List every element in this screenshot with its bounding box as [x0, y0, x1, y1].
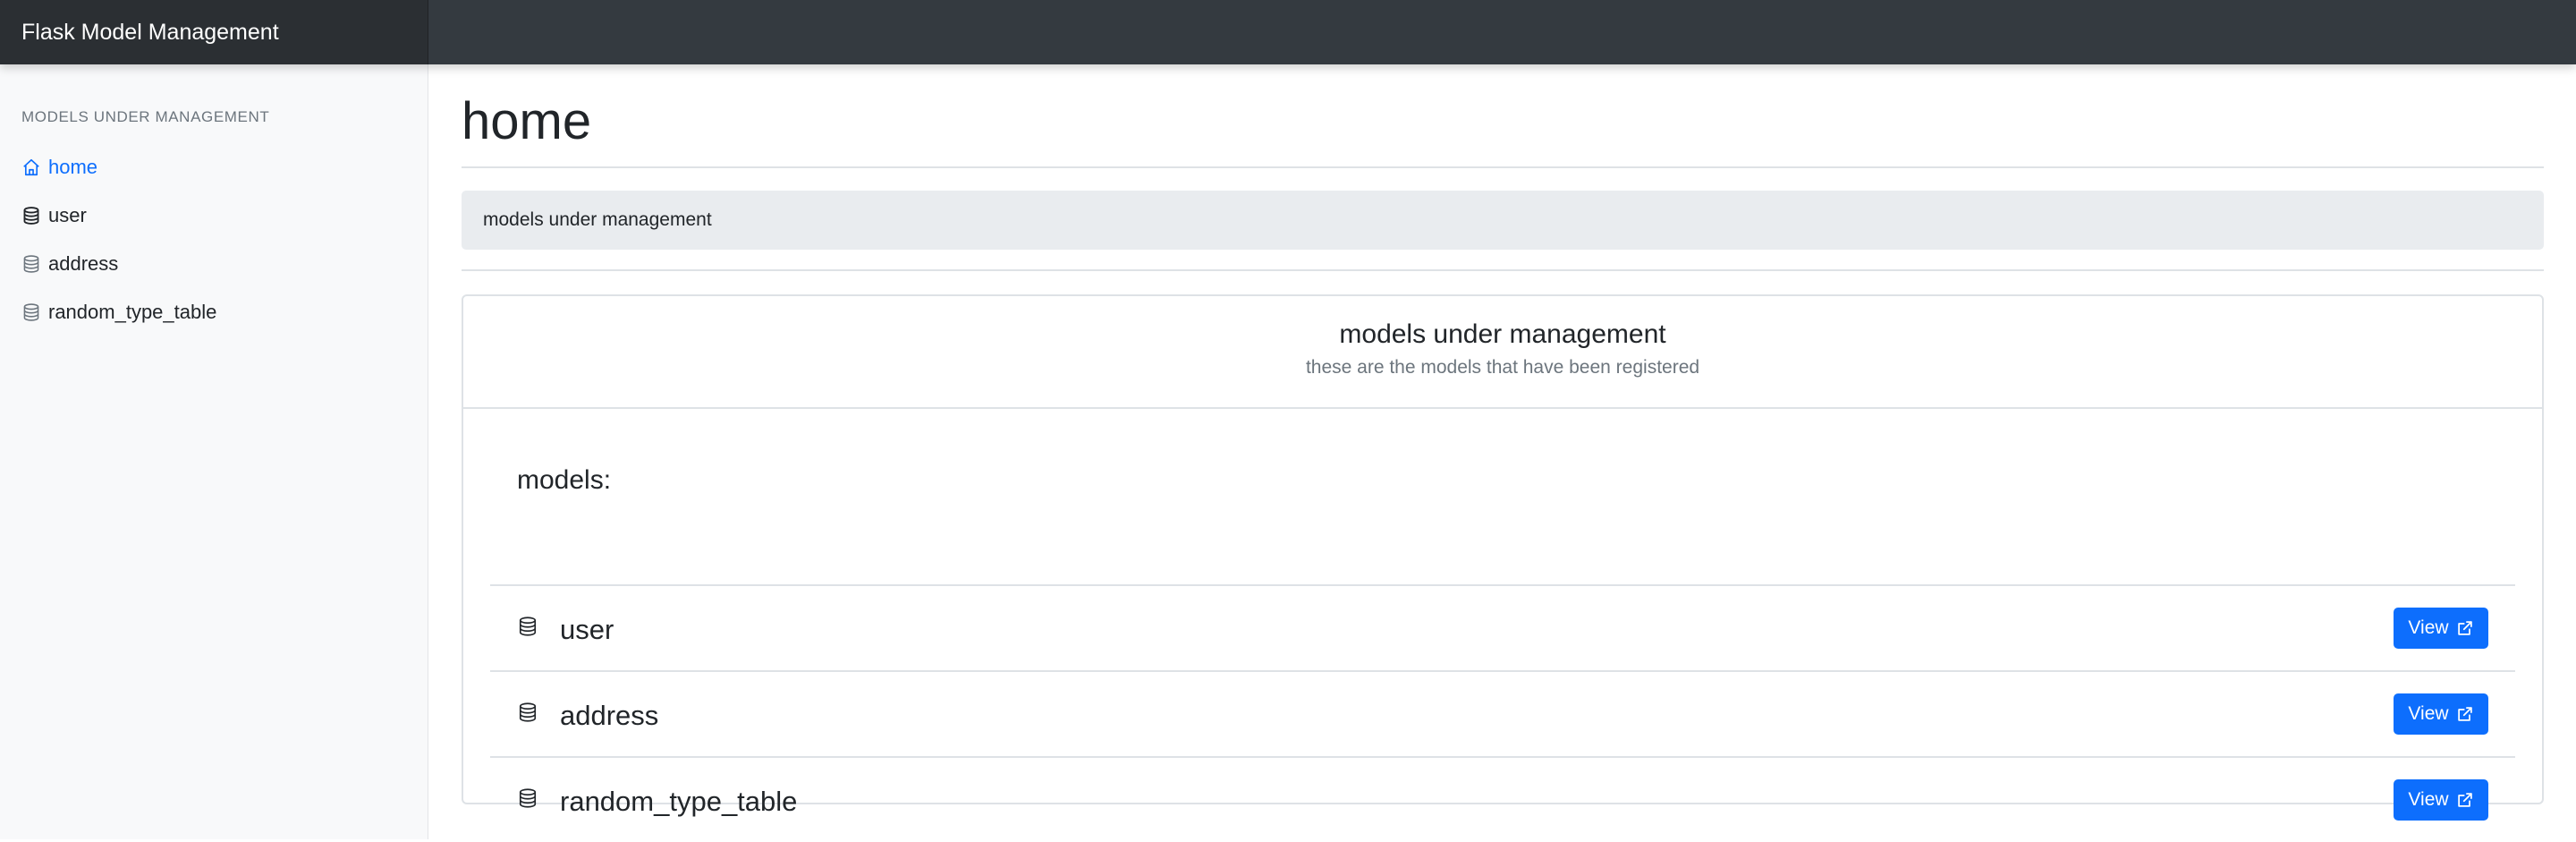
sidebar-item-address[interactable]: address [0, 240, 428, 288]
breadcrumb: models under management [462, 191, 2544, 250]
models-list: user View address View random_type_table… [490, 584, 2515, 842]
divider [462, 166, 2544, 168]
view-user-button[interactable]: View [2394, 608, 2488, 649]
divider [462, 269, 2544, 271]
sidebar: Models under management home user [0, 64, 428, 839]
external-link-icon [2456, 791, 2474, 809]
list-item: random_type_table View [490, 756, 2515, 842]
sidebar-heading: Models under management [21, 108, 270, 125]
external-link-icon [2456, 619, 2474, 637]
sidebar-nav: home user address random_type_table [0, 143, 428, 336]
model-name: address [560, 700, 659, 731]
view-button-label: View [2408, 703, 2449, 724]
database-icon [21, 302, 41, 322]
view-address-button[interactable]: View [2394, 693, 2488, 735]
model-name: user [560, 614, 614, 645]
sidebar-item-label: user [48, 204, 87, 226]
sidebar-item-home[interactable]: home [0, 143, 428, 191]
view-random-type-table-button[interactable]: View [2394, 779, 2488, 821]
database-icon [517, 787, 538, 810]
card-title: models under management [1339, 319, 1666, 349]
list-item: address View [490, 670, 2515, 756]
models-card: models under management these are the mo… [462, 294, 2544, 821]
sidebar-item-random-type-table[interactable]: random_type_table [0, 288, 428, 336]
sidebar-item-user[interactable]: user [0, 191, 428, 240]
sidebar-item-label: address [48, 252, 119, 275]
page-title: home [462, 92, 592, 150]
card-subtitle: these are the models that have been regi… [1305, 357, 1700, 378]
database-icon [21, 254, 41, 274]
database-icon [517, 615, 538, 638]
model-name: random_type_table [560, 786, 798, 817]
list-item: user View [490, 584, 2515, 670]
view-button-label: View [2408, 789, 2449, 810]
models-heading: models: [517, 465, 612, 495]
database-icon [517, 701, 538, 724]
house-icon [21, 157, 41, 177]
top-navbar: Flask Model Management [0, 0, 2576, 64]
view-button-label: View [2408, 617, 2449, 638]
sidebar-item-label: home [48, 156, 98, 178]
database-icon [21, 206, 41, 225]
app-brand[interactable]: Flask Model Management [0, 0, 428, 64]
card-header: models under management these are the mo… [463, 296, 2542, 409]
external-link-icon [2456, 705, 2474, 723]
sidebar-item-label: random_type_table [48, 301, 217, 323]
